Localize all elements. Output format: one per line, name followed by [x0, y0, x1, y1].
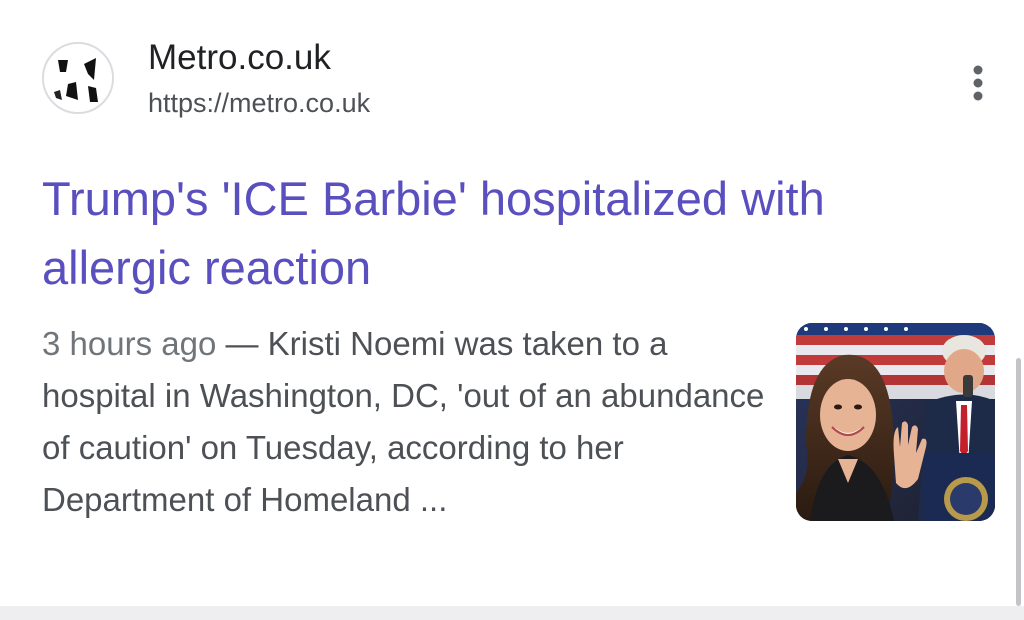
metro-logo-icon[interactable] — [42, 42, 114, 114]
snippet-timestamp: 3 hours ago — [42, 325, 217, 362]
source-header[interactable]: Metro.co.uk https://metro.co.uk — [42, 38, 982, 118]
more-vert-icon — [973, 65, 983, 101]
result-snippet: 3 hours ago — Kristi Noemi was taken to … — [42, 318, 772, 526]
scrollbar[interactable] — [1016, 358, 1021, 606]
result-headline-link[interactable]: Trump's 'ICE Barbie' hospitalized with a… — [42, 164, 972, 302]
news-thumbnail-photo — [796, 323, 995, 521]
site-url[interactable]: https://metro.co.uk — [148, 88, 370, 119]
search-result-card: Metro.co.uk https://metro.co.uk Trump's … — [0, 0, 1024, 606]
snippet-separator: — — [216, 325, 268, 362]
news-thumbnail[interactable] — [796, 323, 995, 521]
result-divider — [0, 606, 1024, 620]
site-name[interactable]: Metro.co.uk — [148, 38, 331, 78]
more-options-button[interactable] — [956, 64, 1000, 104]
